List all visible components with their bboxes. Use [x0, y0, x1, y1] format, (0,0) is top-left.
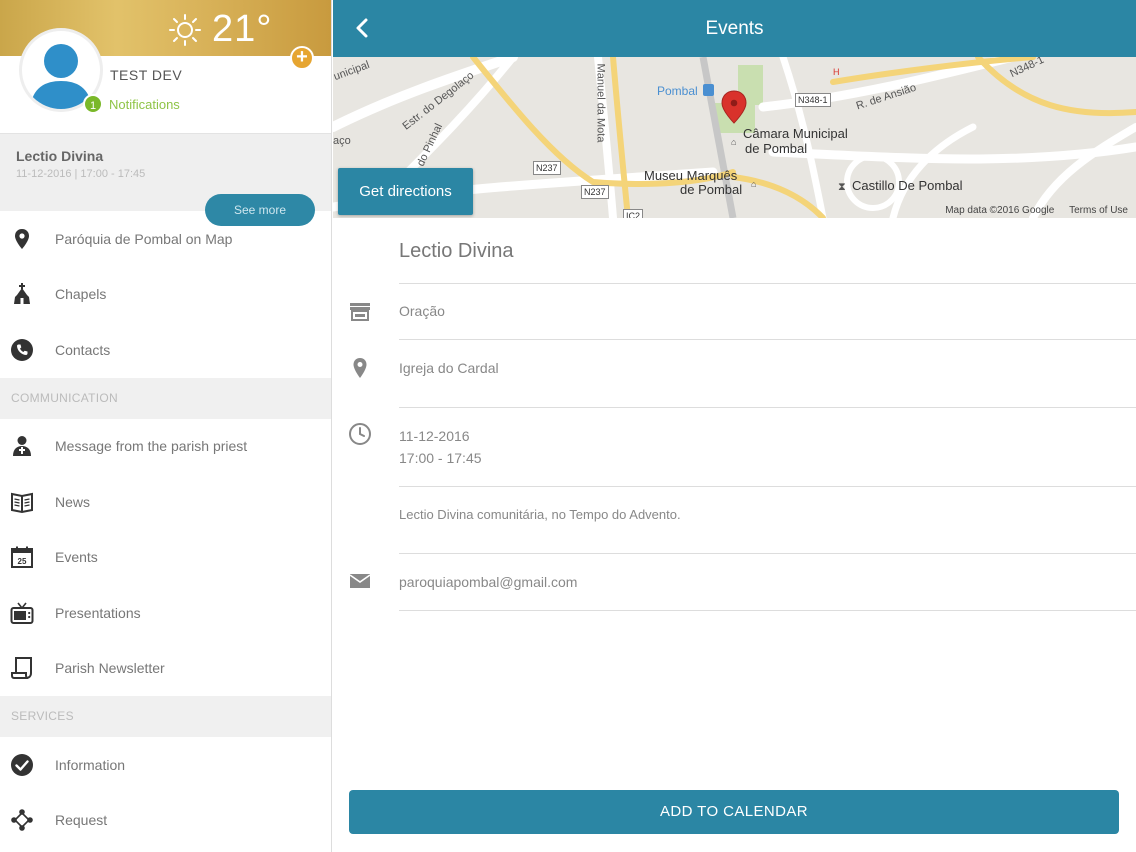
- event-location: Igreja do Cardal: [399, 360, 499, 376]
- tv-icon: [10, 602, 34, 624]
- road-tag-n237: N237: [533, 161, 561, 175]
- sidebar-item-information[interactable]: Information: [0, 737, 331, 793]
- map-attribution: Map data ©2016 Google Terms of Use: [933, 205, 1128, 216]
- road-tag-n237-b: N237: [581, 185, 609, 199]
- sidebar-item-request[interactable]: Request: [0, 793, 331, 849]
- calendar-icon: 25: [11, 546, 33, 569]
- event-detail-panel: Events H ⌂ ⌂ ⧗ Pombal Câmara Municipal d…: [333, 0, 1136, 852]
- sun-icon: [169, 13, 201, 46]
- sidebar-item-events[interactable]: 25 Events: [0, 530, 331, 586]
- sidebar-item-label: Contacts: [55, 341, 111, 358]
- event-date: 11-12-2016: [399, 428, 470, 444]
- sidebar-item-label: News: [55, 493, 91, 510]
- map-label-pombal: Pombal: [657, 84, 698, 98]
- event-title-row: Lectio Divina: [333, 218, 1136, 284]
- event-location-row: Igreja do Cardal: [333, 340, 1136, 408]
- event-category-row: Oração: [333, 284, 1136, 340]
- notification-badge: 1: [83, 94, 103, 114]
- chapel-icon: [14, 283, 30, 305]
- share-nodes-icon: [11, 809, 33, 832]
- sidebar: 21° + TEST DEV 1 Notifications Lectio Di…: [0, 0, 332, 852]
- notifications-link[interactable]: 1 Notifications: [83, 94, 180, 114]
- temperature-text: 21°: [212, 8, 273, 50]
- location-pin-icon: [353, 358, 367, 378]
- add-plus-icon[interactable]: +: [290, 46, 314, 70]
- add-to-calendar-button[interactable]: ADD TO CALENDAR: [349, 790, 1119, 834]
- map-data-credit: Map data ©2016 Google: [945, 205, 1055, 216]
- get-directions-button[interactable]: Get directions: [338, 168, 473, 215]
- sidebar-item-news[interactable]: News: [0, 474, 331, 530]
- map-label-castillo: Castillo De Pombal: [852, 178, 963, 193]
- sidebar-item-contacts[interactable]: Contacts: [0, 322, 331, 378]
- envelope-icon: [349, 574, 371, 588]
- clock-icon: [349, 423, 371, 445]
- event-title: Lectio Divina: [399, 240, 514, 262]
- svg-text:25: 25: [18, 557, 27, 566]
- event-email[interactable]: paroquiapombal@gmail.com: [399, 574, 577, 590]
- section-header-services: SERVICES: [0, 696, 331, 737]
- sidebar-item-label: Chapels: [55, 286, 107, 303]
- event-category: Oração: [399, 303, 445, 319]
- sidebar-item-label: Information: [55, 756, 126, 773]
- sidebar-item-label: Parish Newsletter: [55, 660, 165, 677]
- store-icon: [350, 303, 370, 321]
- sidebar-item-label: Paróquia de Pombal on Map: [55, 230, 233, 247]
- check-circle-icon: [11, 753, 33, 776]
- newspaper-icon: [11, 492, 33, 513]
- svg-text:⌂: ⌂: [751, 179, 756, 189]
- profile-header: 21° + TEST DEV 1 Notifications: [0, 0, 331, 133]
- event-description: Lectio Divina comunitária, no Tempo do A…: [399, 507, 681, 522]
- event-description-row: Lectio Divina comunitária, no Tempo do A…: [333, 487, 1136, 554]
- sidebar-item-label: Events: [55, 549, 98, 566]
- priest-icon: [13, 436, 31, 457]
- page-title: Events: [705, 18, 764, 39]
- top-bar: Events: [333, 0, 1136, 57]
- svg-text:H: H: [833, 67, 840, 77]
- event-email-row: paroquiapombal@gmail.com: [333, 554, 1136, 611]
- sidebar-item-label: Message from the parish priest: [55, 438, 248, 455]
- map-label-mota: Manuel da Mota: [594, 63, 607, 143]
- sidebar-item-presentations[interactable]: Presentations: [0, 585, 331, 641]
- svg-text:⌂: ⌂: [731, 137, 736, 147]
- map-label-camara: Câmara Municipal: [743, 126, 848, 141]
- phone-icon: [11, 338, 33, 361]
- profile-name: TEST DEV: [110, 67, 183, 83]
- map-view[interactable]: H ⌂ ⌂ ⧗ Pombal Câmara Municipal de Pomba…: [333, 57, 1136, 218]
- map-pin-icon: [15, 228, 29, 249]
- map-label-museu-2: de Pombal: [680, 182, 743, 197]
- notifications-label: Notifications: [109, 96, 180, 112]
- event-datetime-row: 11-12-2016 17:00 - 17:45: [333, 408, 1136, 487]
- event-time: 17:00 - 17:45: [399, 450, 482, 466]
- map-label-camara-2: de Pombal: [745, 141, 808, 156]
- event-card-title: Lectio Divina: [16, 148, 104, 164]
- road-tag-n348: N348-1: [795, 93, 831, 107]
- road-tag-ic2: IC2: [623, 209, 644, 218]
- map-terms-link[interactable]: Terms of Use: [1069, 205, 1128, 216]
- map-label-aco: aço: [333, 135, 351, 147]
- sidebar-item-newsletter[interactable]: Parish Newsletter: [0, 641, 331, 697]
- sidebar-item-chapels[interactable]: Chapels: [0, 267, 331, 323]
- section-header-communication: COMMUNICATION: [0, 377, 331, 419]
- weather-widget: 21°: [168, 8, 272, 51]
- sidebar-item-label: Request: [55, 812, 108, 829]
- event-card-datetime: 11-12-2016 | 17:00 - 17:45: [16, 168, 146, 180]
- sidebar-item-label: Presentations: [55, 604, 141, 621]
- upcoming-event-card: Lectio Divina 11-12-2016 | 17:00 - 17:45…: [0, 133, 331, 226]
- see-more-button[interactable]: See more: [205, 194, 315, 226]
- newsletter-icon: [11, 657, 32, 680]
- map-label-museu: Museu Marquês: [644, 168, 738, 183]
- svg-text:⧗: ⧗: [838, 181, 846, 193]
- sidebar-item-priest-message[interactable]: Message from the parish priest: [0, 419, 331, 475]
- divider: [399, 610, 1136, 611]
